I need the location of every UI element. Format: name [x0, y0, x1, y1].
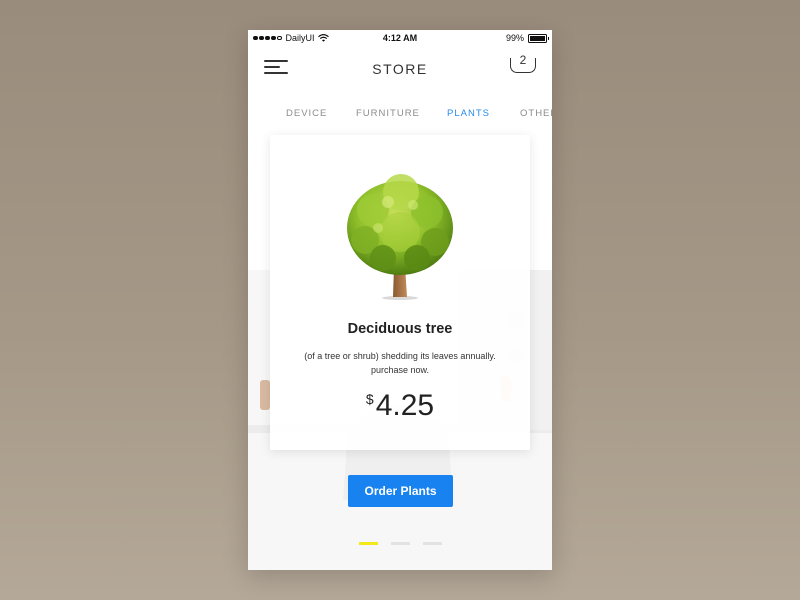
cart-button[interactable]: 2 — [510, 53, 536, 74]
page-title: STORE — [372, 61, 428, 77]
currency-symbol: $ — [365, 391, 374, 407]
page-dot-3[interactable] — [423, 542, 442, 545]
category-tabs: DEVICE FURNITURE PLANTS OTHER — [248, 108, 552, 124]
battery-icon — [528, 33, 549, 43]
cart-count-badge: 2 — [519, 53, 527, 67]
tab-other[interactable]: OTHER — [520, 108, 552, 119]
phone-screen: DailyUI 4:12 AM 99% STORE 2 DEVICE FURNI… — [248, 30, 552, 570]
page-indicator — [248, 542, 552, 546]
product-description: (of a tree or shrub) shedding its leaves… — [304, 351, 496, 375]
order-plants-button[interactable]: Order Plants — [348, 475, 453, 507]
product-name: Deciduous tree — [347, 321, 453, 337]
price-amount: 4.25 — [375, 389, 435, 422]
product-price: $4.25 — [270, 389, 530, 423]
tree-image — [347, 174, 453, 300]
status-bar: DailyUI 4:12 AM 99% — [248, 30, 552, 48]
tab-furniture[interactable]: FURNITURE — [356, 108, 420, 119]
page-dot-1[interactable] — [359, 542, 378, 545]
battery-percentage: 99% — [505, 33, 524, 43]
product-card[interactable]: Deciduous tree (of a tree or shrub) shed… — [270, 135, 530, 450]
tab-device[interactable]: DEVICE — [286, 108, 327, 119]
tab-plants[interactable]: PLANTS — [447, 108, 490, 119]
page-dot-2[interactable] — [391, 542, 410, 545]
